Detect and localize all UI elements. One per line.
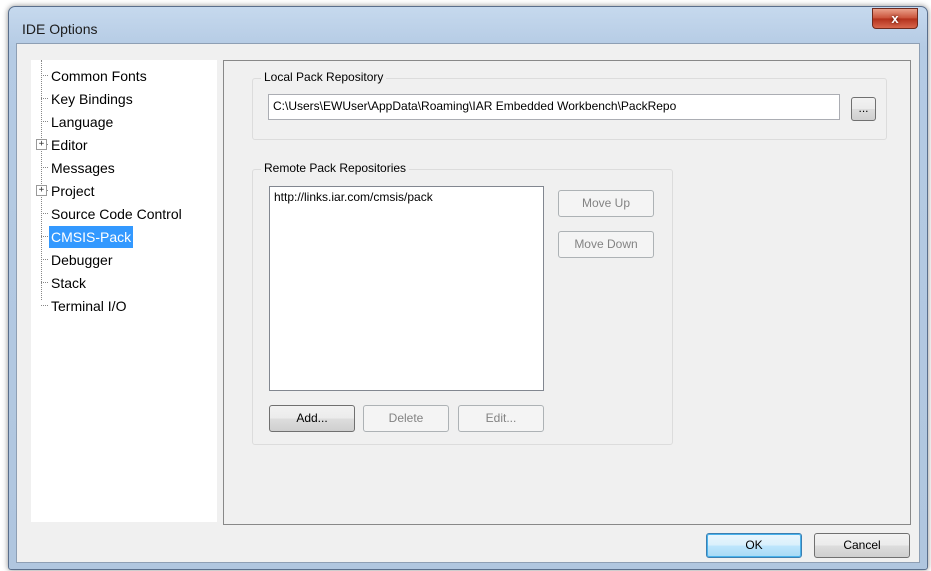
remote-pack-repositories-label: Remote Pack Repositories — [261, 161, 410, 175]
tree-item[interactable]: Debugger — [31, 249, 217, 269]
tree-connector — [41, 167, 48, 168]
tree-connector — [41, 75, 48, 76]
tree-item[interactable]: + Editor — [31, 134, 217, 154]
tree-item-label: Debugger — [51, 252, 113, 268]
move-down-button[interactable]: Move Down — [558, 231, 654, 258]
options-category-tree: Common Fonts Key Bindings Language + Editor M… — [31, 60, 217, 522]
tree-item[interactable]: Stack — [31, 272, 217, 292]
delete-button[interactable]: Delete — [363, 405, 449, 432]
ok-button[interactable]: OK — [706, 533, 802, 558]
tree-connector — [41, 213, 48, 214]
tree-item-label: Key Bindings — [51, 91, 133, 107]
tree-item[interactable]: Terminal I/O — [31, 295, 217, 315]
tree-item-label: Terminal I/O — [51, 298, 127, 314]
add-button[interactable]: Add... — [269, 405, 355, 432]
tree-connector — [41, 305, 48, 306]
remote-repositories-list[interactable]: http://links.iar.com/cmsis/pack — [269, 186, 544, 391]
tree-item-label: CMSIS-Pack — [49, 226, 134, 248]
ide-options-dialog: IDE Options x Common Fonts Key Bindings La… — [8, 6, 928, 570]
tree-item-label: Common Fonts — [51, 68, 147, 84]
tree-connector — [41, 236, 48, 237]
tree-connector — [41, 259, 48, 260]
tree-item[interactable]: CMSIS-Pack — [31, 226, 217, 248]
remote-pack-repositories-group: Remote Pack Repositories http://links.ia… — [252, 161, 673, 445]
tree-item-label: Messages — [51, 160, 115, 176]
tree-item[interactable]: Common Fonts — [31, 65, 217, 85]
expand-icon[interactable]: + — [36, 139, 47, 150]
local-repository-path-field[interactable]: C:\Users\EWUser\AppData\Roaming\IAR Embe… — [268, 94, 840, 120]
edit-button[interactable]: Edit... — [458, 405, 544, 432]
tree-item[interactable]: + Project — [31, 180, 217, 200]
cancel-button[interactable]: Cancel — [814, 533, 910, 558]
tree-item-label: Stack — [51, 275, 87, 291]
tree-item-label: Source Code Control — [51, 206, 182, 222]
tree-item-label: Editor — [51, 137, 88, 153]
tree-item[interactable]: Source Code Control — [31, 203, 217, 223]
tree-connector — [41, 98, 48, 99]
close-button[interactable]: x — [872, 8, 918, 29]
local-pack-repository-label: Local Pack Repository — [261, 70, 387, 84]
expand-icon[interactable]: + — [36, 185, 47, 196]
cmsis-pack-panel: Local Pack Repository C:\Users\EWUser\Ap… — [223, 60, 911, 525]
browse-button[interactable]: ... — [851, 97, 876, 121]
tree-item-label: Project — [51, 183, 95, 199]
tree-item[interactable]: Key Bindings — [31, 88, 217, 108]
list-item[interactable]: http://links.iar.com/cmsis/pack — [270, 187, 543, 207]
local-pack-repository-group: Local Pack Repository C:\Users\EWUser\Ap… — [252, 70, 887, 140]
move-up-button[interactable]: Move Up — [558, 190, 654, 217]
tree-item[interactable]: Messages — [31, 157, 217, 177]
tree-item-label: Language — [51, 114, 114, 130]
tree-item[interactable]: Language — [31, 111, 217, 131]
tree-connector — [41, 282, 48, 283]
tree-connector — [41, 121, 48, 122]
dialog-client-area: Common Fonts Key Bindings Language + Editor M… — [16, 43, 920, 563]
close-icon: x — [891, 11, 899, 26]
window-title: IDE Options — [22, 21, 98, 37]
